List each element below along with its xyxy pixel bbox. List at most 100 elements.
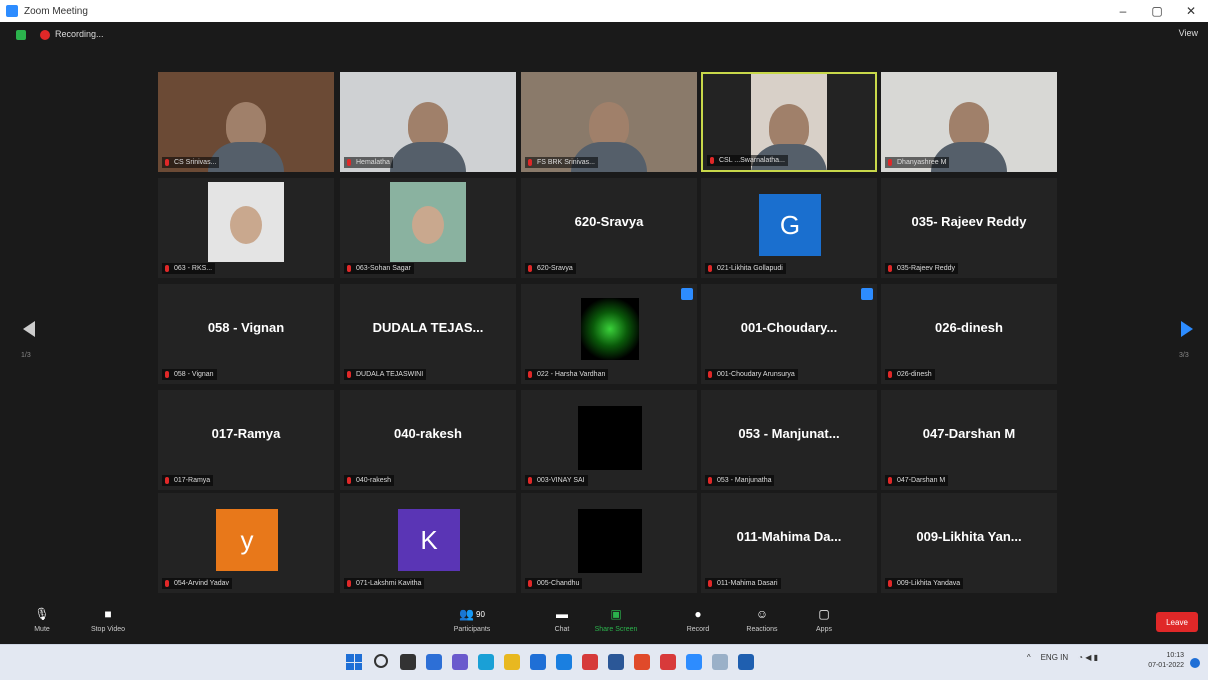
participant-tile[interactable]: 063 - RKS... xyxy=(158,178,334,278)
participants-count: 90 xyxy=(476,609,485,619)
task-view-icon[interactable] xyxy=(400,654,416,670)
muted-mic-icon xyxy=(347,159,351,166)
maximize-button[interactable]: ▢ xyxy=(1140,0,1174,22)
window-controls: – ▢ ✕ xyxy=(1106,0,1208,22)
participant-name-label: 053 - Manjunatha xyxy=(705,475,775,486)
edge-browser-icon[interactable] xyxy=(478,654,494,670)
participant-tile[interactable]: 063-Sohan Sagar xyxy=(340,178,516,278)
muted-mic-icon xyxy=(165,580,169,587)
participant-display-name: 026-dinesh xyxy=(935,320,1003,335)
system-tray[interactable]: ^ ENG IN ◔ ◀ ▮ xyxy=(1027,653,1098,662)
participant-tile[interactable]: 011-Mahima Da... 011-Mahima Dasari xyxy=(701,493,877,593)
apps-button[interactable]: ▢ Apps xyxy=(792,604,856,633)
teams-chat-icon[interactable] xyxy=(452,654,468,670)
media-icon[interactable] xyxy=(660,654,676,670)
participant-tile[interactable]: FS BRK Srinivas... xyxy=(521,72,697,172)
participant-name-text: 047-Darshan M xyxy=(897,477,946,484)
participant-display-name: DUDALA TEJAS... xyxy=(372,320,484,335)
participant-tile[interactable]: G 021-Likhita Gollapudi xyxy=(701,178,877,278)
muted-mic-icon xyxy=(347,371,351,378)
meeting-info-bar: Recording... View xyxy=(0,22,1208,48)
participant-name-label: 011-Mahima Dasari xyxy=(705,578,781,589)
spotlight-badge-icon[interactable] xyxy=(861,288,873,300)
record-button[interactable]: ● Record xyxy=(666,604,730,633)
participant-tile[interactable]: 035- Rajeev Reddy 035-Rajeev Reddy xyxy=(881,178,1057,278)
next-page-arrow-icon[interactable] xyxy=(1180,320,1194,338)
previous-page-arrow-icon[interactable] xyxy=(22,320,36,338)
participant-video-blank xyxy=(578,406,642,470)
office-icon[interactable] xyxy=(582,654,598,670)
minimize-button[interactable]: – xyxy=(1106,0,1140,22)
app-icon[interactable] xyxy=(712,654,728,670)
participant-name-text: 003-VINAY SAI xyxy=(537,477,585,484)
participant-tile[interactable]: Dhanyashree M xyxy=(881,72,1057,172)
participant-tile[interactable]: 022 - Harsha Vardhan xyxy=(521,284,697,384)
gallery-grid: CS Srinivas... Hemalatha FS BRK Srinivas..… xyxy=(158,72,1058,593)
participant-name-text: Dhanyashree M xyxy=(897,159,947,166)
participant-tile[interactable]: CSL ...Swarnalatha... xyxy=(701,72,877,172)
reactions-button[interactable]: ☺ Reactions xyxy=(730,604,794,633)
windows-start-icon[interactable] xyxy=(346,654,362,670)
participant-tile[interactable]: DUDALA TEJAS... DUDALA TEJASWINI xyxy=(340,284,516,384)
leave-button[interactable]: Leave xyxy=(1156,612,1198,632)
participants-button[interactable]: 👥 90 Participants xyxy=(440,604,504,633)
participant-tile[interactable]: 620-Sravya 620-Sravya xyxy=(521,178,697,278)
participant-name-text: 063-Sohan Sagar xyxy=(356,265,411,272)
participant-tile[interactable]: 003-VINAY SAI xyxy=(521,390,697,490)
participant-avatar: y xyxy=(216,509,278,571)
participant-tile[interactable]: K 071-Lakshmi Kavitha xyxy=(340,493,516,593)
participant-tile[interactable]: Hemalatha xyxy=(340,72,516,172)
stop-video-button[interactable]: ■ Stop Video xyxy=(76,604,140,633)
participant-name-label: 047-Darshan M xyxy=(885,475,949,486)
tray-lang[interactable]: ENG IN xyxy=(1041,653,1069,662)
word-icon[interactable] xyxy=(608,654,624,670)
clock-time: 10:13 xyxy=(1166,652,1184,659)
close-button[interactable]: ✕ xyxy=(1174,0,1208,22)
participant-tile[interactable]: 001-Choudary... 001-Choudary Arunsurya xyxy=(701,284,877,384)
participant-tile[interactable]: 017-Ramya 017-Ramya xyxy=(158,390,334,490)
spotlight-badge-icon[interactable] xyxy=(681,288,693,300)
share-screen-label: Share Screen xyxy=(594,626,638,633)
participant-tile[interactable]: 058 - Vignan 058 - Vignan xyxy=(158,284,334,384)
wifi-volume-battery-icon[interactable]: ◔ ◀ ▮ xyxy=(1078,653,1098,662)
view-button[interactable]: View xyxy=(1179,28,1198,38)
muted-mic-icon xyxy=(708,265,712,272)
muted-mic-icon xyxy=(710,157,714,164)
participant-name-text: 022 - Harsha Vardhan xyxy=(537,371,606,378)
participant-name-text: 017-Ramya xyxy=(174,477,211,484)
participant-tile[interactable]: 009-Likhita Yan... 009-Likhita Yandava xyxy=(881,493,1057,593)
participant-tile[interactable]: 005-Chandhu xyxy=(521,493,697,593)
participant-tile[interactable]: 040-rakesh 040-rakesh xyxy=(340,390,516,490)
settings-icon[interactable] xyxy=(738,654,754,670)
mail-icon[interactable] xyxy=(556,654,572,670)
participant-tile[interactable]: 026-dinesh 026-dinesh xyxy=(881,284,1057,384)
os-taskbar: ^ ENG IN ◔ ◀ ▮ 10:13 07-01-2022 xyxy=(0,644,1208,680)
participant-avatar: G xyxy=(759,194,821,256)
participant-tile[interactable]: CS Srinivas... xyxy=(158,72,334,172)
participant-name-label: Dhanyashree M xyxy=(885,157,950,168)
zoom-taskbar-icon[interactable] xyxy=(686,654,702,670)
search-icon[interactable] xyxy=(374,654,388,668)
participant-tile[interactable]: y 054-Arvind Yadav xyxy=(158,493,334,593)
person-shoulders xyxy=(390,142,466,172)
participant-tile[interactable]: 047-Darshan M 047-Darshan M xyxy=(881,390,1057,490)
participant-name-text: 035-Rajeev Reddy xyxy=(897,265,955,272)
muted-mic-icon xyxy=(708,371,712,378)
participant-display-name: 047-Darshan M xyxy=(922,426,1016,441)
participant-tile[interactable]: 053 - Manjunat... 053 - Manjunatha xyxy=(701,390,877,490)
share-screen-button[interactable]: ▣ Share Screen xyxy=(584,604,648,633)
mute-button[interactable]: 🎙 Mute xyxy=(10,604,74,633)
window-title: Zoom Meeting xyxy=(24,5,88,17)
tray-chevron-icon[interactable]: ^ xyxy=(1027,653,1031,662)
notification-icon[interactable] xyxy=(1190,658,1200,668)
participant-name-label: 001-Choudary Arunsurya xyxy=(705,369,798,380)
clock[interactable]: 10:13 07-01-2022 xyxy=(1148,651,1184,671)
file-explorer-icon[interactable] xyxy=(504,654,520,670)
widgets-icon[interactable] xyxy=(426,654,442,670)
security-shield-icon[interactable] xyxy=(16,30,26,40)
participant-avatar: K xyxy=(398,509,460,571)
participant-name-text: FS BRK Srinivas... xyxy=(537,159,595,166)
store-icon[interactable] xyxy=(530,654,546,670)
chrome-icon[interactable] xyxy=(634,654,650,670)
recording-label[interactable]: Recording... xyxy=(55,29,104,39)
